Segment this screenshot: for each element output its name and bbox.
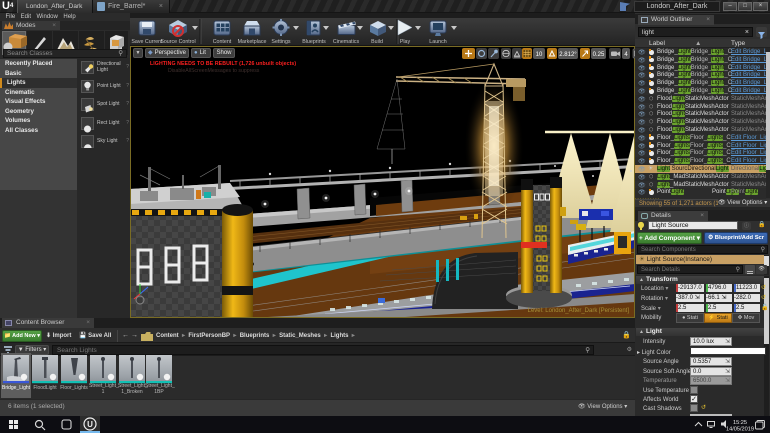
svg-text:Source Control: Source Control	[160, 39, 195, 45]
svg-text:0.25: 0.25	[593, 52, 605, 58]
svg-text:Play: Play	[400, 39, 411, 45]
svg-text:Marketplace: Marketplace	[238, 39, 267, 45]
svg-text:Level: London_After_Dark [Pers: Level: London_After_Dark [Persistent]	[528, 308, 630, 314]
svg-text:2.812°: 2.812°	[559, 52, 577, 58]
svg-text:Content: Content	[213, 39, 232, 45]
svg-text:15:25: 15:25	[733, 420, 747, 426]
svg-text:Cinematics: Cinematics	[333, 39, 360, 45]
svg-text:Build: Build	[371, 39, 383, 45]
svg-text:14/05/2019: 14/05/2019	[726, 427, 754, 433]
svg-text:10: 10	[536, 52, 543, 58]
svg-text:U: U	[87, 420, 93, 429]
svg-text:Launch: Launch	[429, 39, 446, 45]
svg-text:Settings: Settings	[271, 39, 290, 45]
svg-text:Save Current: Save Current	[131, 39, 163, 45]
svg-text:Blueprints: Blueprints	[302, 39, 326, 45]
